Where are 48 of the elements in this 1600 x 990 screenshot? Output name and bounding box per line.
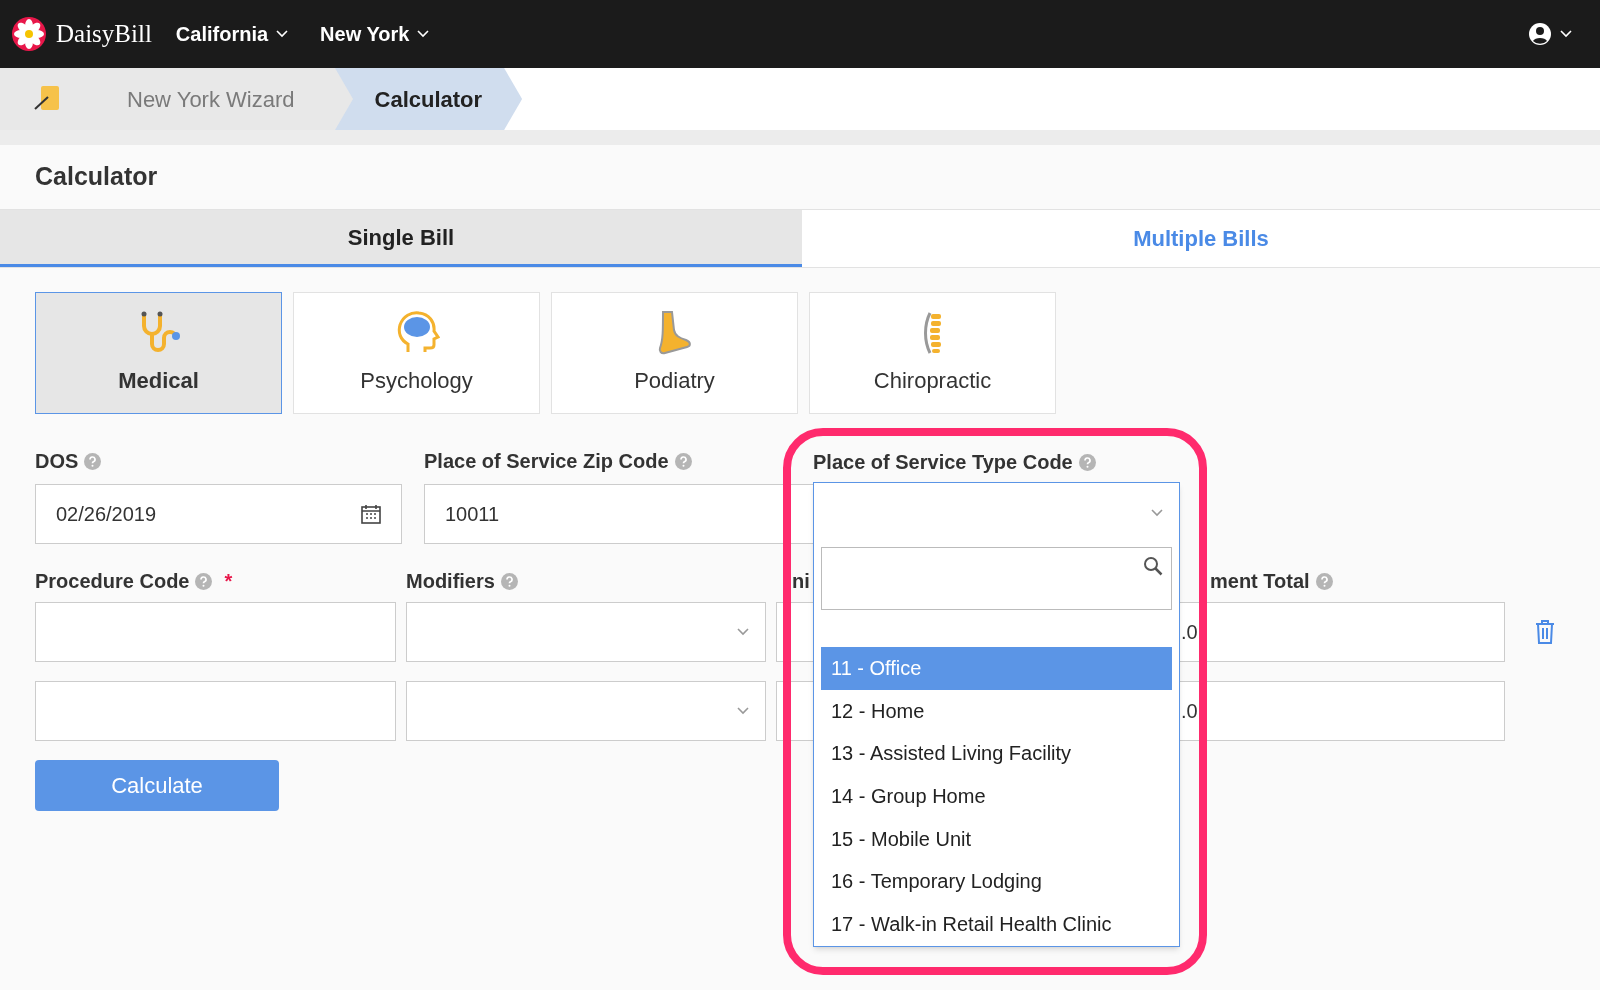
calendar-icon[interactable] bbox=[361, 504, 381, 524]
field-label: DOS bbox=[35, 449, 79, 474]
account-menu-button[interactable] bbox=[1528, 22, 1572, 46]
dropdown-option[interactable]: 15 - Mobile Unit bbox=[821, 817, 1172, 860]
dropdown-option[interactable]: 16 - Temporary Lodging bbox=[821, 859, 1172, 903]
help-icon[interactable] bbox=[1078, 453, 1096, 471]
help-icon[interactable] bbox=[674, 452, 692, 470]
breadcrumb-arrow-icon bbox=[334, 68, 353, 130]
specialty-card[interactable]: Chiropractic bbox=[809, 292, 1056, 414]
brand-name[interactable]: DaisyBill bbox=[56, 15, 152, 53]
daisy-logo-icon bbox=[12, 17, 46, 51]
field-label: ment Total bbox=[1210, 569, 1310, 594]
chevron-down-icon bbox=[737, 628, 749, 636]
help-icon[interactable] bbox=[1315, 572, 1333, 590]
date-field[interactable]: 02/26/2019 bbox=[35, 484, 402, 544]
tab[interactable]: Single Bill bbox=[0, 210, 802, 267]
help-icon[interactable] bbox=[500, 572, 518, 590]
breadcrumb[interactable]: Calculator bbox=[334, 68, 523, 130]
chevron-down-icon bbox=[276, 30, 289, 38]
breadcrumb-home[interactable] bbox=[0, 68, 95, 130]
specialty-card[interactable]: Medical bbox=[35, 292, 282, 414]
field-label: Place of Service Zip Code bbox=[424, 449, 669, 474]
nav-menu[interactable]: New York bbox=[320, 19, 430, 49]
page-title: Calculator bbox=[34, 161, 159, 193]
help-icon[interactable] bbox=[195, 572, 213, 590]
modifiers-select[interactable] bbox=[406, 681, 766, 741]
user-icon bbox=[1528, 22, 1552, 46]
trash-icon[interactable] bbox=[1535, 620, 1555, 644]
procedure-code-field[interactable] bbox=[35, 602, 396, 662]
search-icon bbox=[1143, 556, 1163, 576]
chevron-down-icon bbox=[737, 707, 749, 715]
procedure-code-field[interactable] bbox=[35, 681, 396, 741]
field-label: Place of Service Type Code bbox=[813, 450, 1073, 475]
help-icon[interactable] bbox=[84, 452, 102, 470]
chevron-down-icon bbox=[417, 30, 430, 38]
field-label: Modifiers bbox=[406, 569, 495, 594]
specialty-card[interactable]: Podiatry bbox=[551, 292, 798, 414]
field-label: ni bbox=[792, 570, 810, 592]
nav-menu[interactable]: California bbox=[175, 19, 289, 49]
modifiers-select[interactable] bbox=[406, 602, 766, 662]
required-asterisk: * bbox=[224, 569, 233, 594]
chevron-down-icon bbox=[1151, 509, 1163, 517]
dropdown-option[interactable]: 17 - Walk-in Retail Health Clinic bbox=[821, 902, 1172, 946]
search-field[interactable] bbox=[821, 547, 1172, 610]
chevron-down-icon bbox=[1560, 30, 1572, 38]
dropdown-option[interactable]: 14 - Group Home bbox=[821, 774, 1172, 818]
field-label: Procedure Code bbox=[35, 569, 190, 594]
specialty-card[interactable]: Psychology bbox=[293, 292, 540, 414]
